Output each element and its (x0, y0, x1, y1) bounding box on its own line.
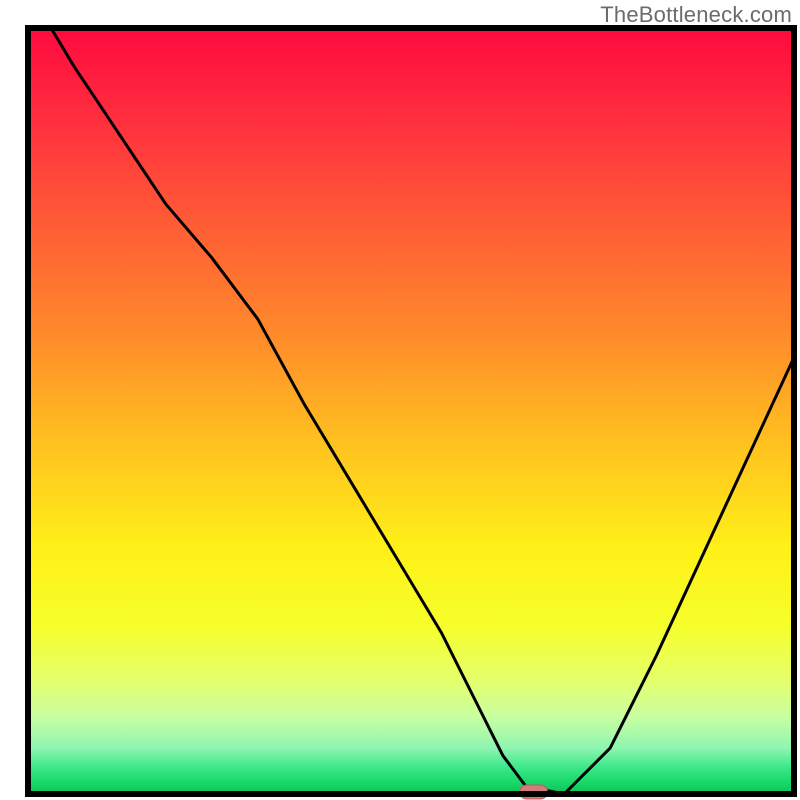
watermark-text: TheBottleneck.com (600, 2, 792, 28)
gradient-background (28, 28, 794, 794)
plot-area (28, 28, 794, 799)
chart-svg (0, 0, 800, 800)
chart-container: TheBottleneck.com (0, 0, 800, 800)
